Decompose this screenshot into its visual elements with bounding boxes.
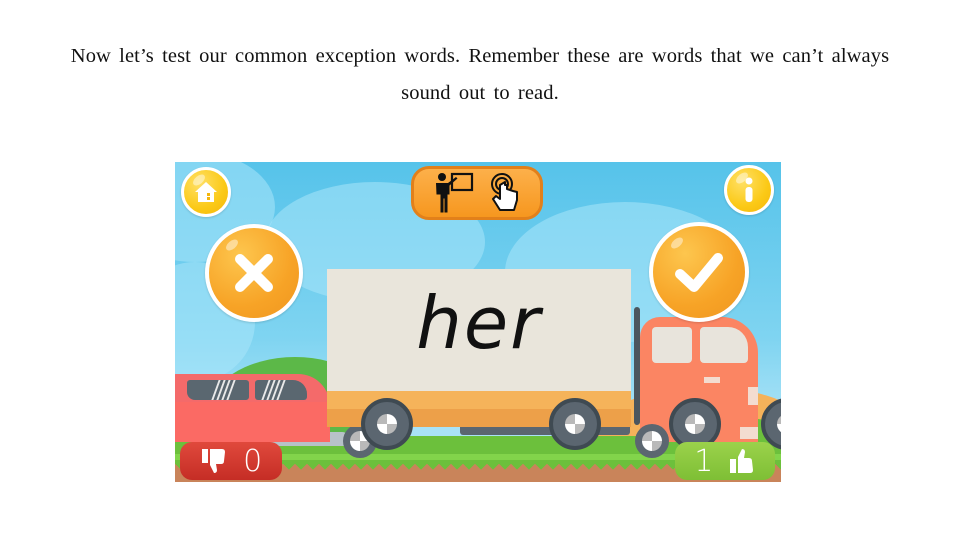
wrong-count: 0	[243, 443, 263, 479]
correct-score-badge: 1	[675, 442, 775, 480]
teach-touch-mode-button[interactable]	[411, 166, 543, 220]
cab-light	[748, 387, 758, 405]
truck-wheel	[549, 398, 601, 450]
truck-wheel	[361, 398, 413, 450]
caption-line-1: Now let’s test our common exception word…	[70, 45, 890, 67]
cab-handle	[704, 377, 720, 383]
wrong-score-badge: 0	[180, 442, 282, 480]
car-window	[187, 380, 249, 400]
cab-window	[652, 327, 692, 363]
car-window	[255, 380, 307, 400]
info-button[interactable]	[724, 165, 774, 215]
game-screen: her 0 1	[175, 162, 781, 482]
truck-wheel	[635, 424, 669, 458]
touch-icon	[491, 173, 518, 211]
wrong-button[interactable]	[205, 224, 303, 322]
instruction-caption: Now let’s test our common exception word…	[0, 38, 960, 112]
truck-chassis	[460, 427, 630, 435]
thumbs-up-icon	[729, 449, 753, 473]
teacher-icon	[436, 172, 474, 213]
current-word: her	[416, 281, 542, 365]
red-car	[175, 374, 335, 444]
caption-line-2: sound out to read.	[401, 82, 559, 104]
thumbs-down-icon	[201, 449, 225, 473]
info-icon	[745, 177, 753, 202]
cross-icon	[235, 254, 273, 292]
car-body	[175, 402, 330, 442]
check-icon	[675, 253, 723, 292]
cab-window	[700, 327, 748, 363]
correct-button[interactable]	[649, 222, 749, 322]
home-button[interactable]	[181, 167, 231, 217]
correct-count: 1	[694, 443, 714, 479]
cab-light	[740, 427, 758, 439]
